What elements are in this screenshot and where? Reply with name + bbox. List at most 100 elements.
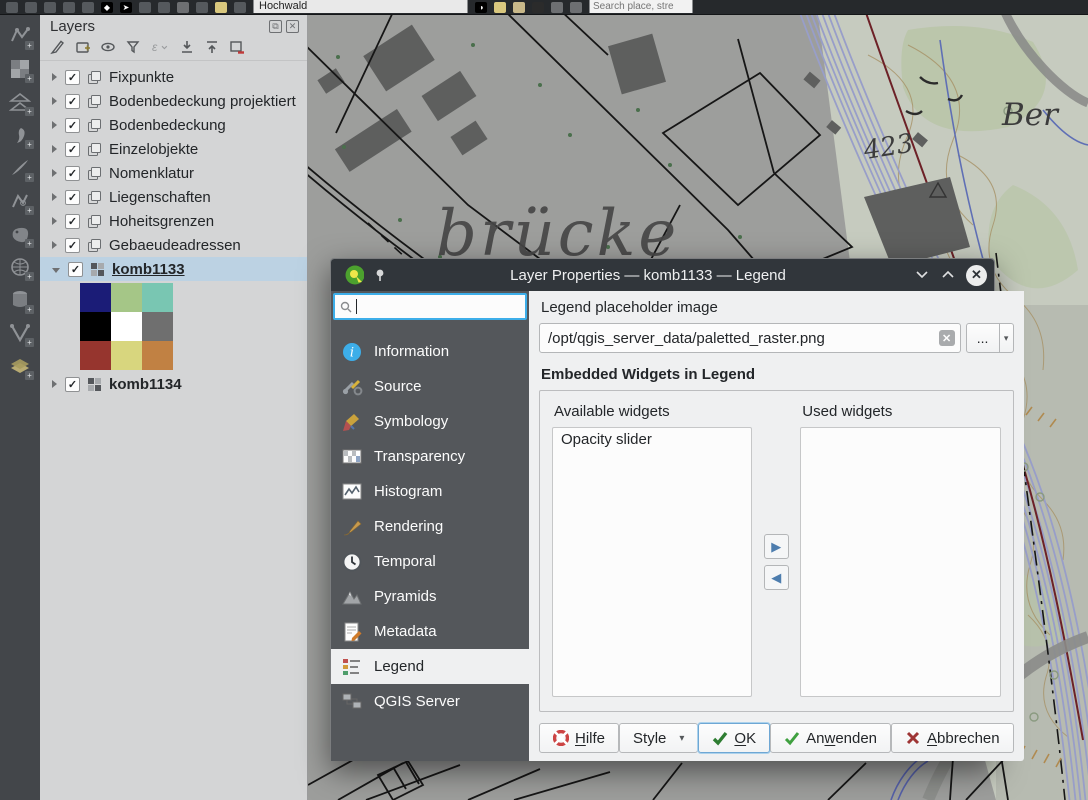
layer-checkbox[interactable]: ✓ xyxy=(65,190,80,205)
add-delimited-text-layer-icon[interactable]: + xyxy=(7,122,33,148)
layer-group-row[interactable]: ✓ Bodenbedeckung xyxy=(40,113,307,137)
expand-arrow-icon[interactable] xyxy=(52,73,57,81)
printer-icon[interactable] xyxy=(570,2,582,13)
add-virtual-layer-icon[interactable]: + xyxy=(7,320,33,346)
toolbar-icon[interactable] xyxy=(25,2,37,13)
layer-checkbox[interactable]: ✓ xyxy=(65,377,80,392)
expand-arrow-icon[interactable] xyxy=(52,380,57,388)
add-database-layer-icon[interactable]: + xyxy=(7,287,33,313)
layers-stack-icon[interactable] xyxy=(494,2,506,13)
browse-button[interactable]: ... xyxy=(966,323,1000,353)
toolbar-icon[interactable] xyxy=(234,2,246,13)
layer-checkbox[interactable]: ✓ xyxy=(65,70,80,85)
style-button[interactable]: Style ▾ xyxy=(619,723,698,753)
widget-list-item[interactable]: Opacity slider xyxy=(553,428,751,451)
layer-group-row[interactable]: ✓ Hoheitsgrenzen xyxy=(40,209,307,233)
toolbar-icon[interactable] xyxy=(196,2,208,13)
group-name[interactable]: Nomenklatur xyxy=(109,165,194,182)
identify-tool-icon[interactable]: ◆ xyxy=(101,2,113,13)
group-name[interactable]: Hoheitsgrenzen xyxy=(109,213,214,230)
dialog-titlebar[interactable]: Layer Properties — komb1133 — Legend ✕ xyxy=(331,259,994,291)
add-postgis-layer-icon[interactable]: + xyxy=(7,221,33,247)
expand-arrow-icon[interactable] xyxy=(52,241,57,249)
pin-icon[interactable] xyxy=(370,265,390,285)
move-left-button[interactable]: ◀ xyxy=(764,565,789,590)
add-mesh-layer-icon[interactable]: + xyxy=(7,89,33,115)
tab-information[interactable]: i Information xyxy=(331,334,529,369)
maximize-icon[interactable] xyxy=(938,265,958,285)
add-raster-layer-icon[interactable]: + xyxy=(7,56,33,82)
tab-legend[interactable]: Legend xyxy=(331,649,529,684)
layer-checkbox[interactable]: ✓ xyxy=(65,166,80,181)
layer-group-row[interactable]: ✓ Liegenschaften xyxy=(40,185,307,209)
used-widgets-list[interactable] xyxy=(800,427,1000,697)
filter-expression-icon[interactable]: ε xyxy=(150,39,170,55)
group-name[interactable]: Liegenschaften xyxy=(109,189,211,206)
tab-pyramids[interactable]: Pyramids xyxy=(331,579,529,614)
tab-histogram[interactable]: Histogram xyxy=(331,474,529,509)
manage-visibility-icon[interactable] xyxy=(100,39,116,55)
move-right-button[interactable]: ▶ xyxy=(764,534,789,559)
expand-arrow-icon[interactable] xyxy=(52,145,57,153)
expand-arrow-icon[interactable] xyxy=(52,217,57,225)
layer-group-row[interactable]: ✓ Gebaeudeadressen xyxy=(40,233,307,257)
layer-checkbox[interactable]: ✓ xyxy=(65,94,80,109)
properties-search-input[interactable] xyxy=(333,293,527,320)
new-shapefile-layer-icon[interactable]: + xyxy=(7,188,33,214)
browse-dropdown-icon[interactable]: ▾ xyxy=(1000,323,1014,353)
layer-group-row[interactable]: ✓ Nomenklatur xyxy=(40,161,307,185)
cancel-button[interactable]: Abbrechen xyxy=(891,723,1014,753)
expand-arrow-icon[interactable] xyxy=(52,121,57,129)
remove-layer-icon[interactable] xyxy=(229,39,245,55)
layer-name[interactable]: komb1133 xyxy=(112,261,185,278)
tab-symbology[interactable]: Symbology xyxy=(331,404,529,439)
select-tool-icon[interactable]: ➤ xyxy=(120,2,132,13)
collapse-all-icon[interactable] xyxy=(204,39,220,55)
tab-temporal[interactable]: Temporal xyxy=(331,544,529,579)
tab-rendering[interactable]: Rendering xyxy=(331,509,529,544)
contrast-icon[interactable]: ◑ xyxy=(475,2,487,13)
expand-arrow-icon[interactable] xyxy=(52,193,57,201)
help-button[interactable]: Hilfe xyxy=(539,723,619,753)
tab-metadata[interactable]: Metadata xyxy=(331,614,529,649)
close-icon[interactable]: ✕ xyxy=(966,265,987,286)
add-spatialite-layer-icon[interactable]: + xyxy=(7,254,33,280)
panel-float-icon[interactable]: ⧉ xyxy=(269,20,282,33)
clear-input-icon[interactable]: ✕ xyxy=(939,330,955,346)
apply-button[interactable]: Anwenden xyxy=(770,723,891,753)
layer-row-komb1133[interactable]: ✓ komb1133 xyxy=(40,257,307,281)
group-name[interactable]: Gebaeudeadressen xyxy=(109,237,241,254)
group-name[interactable]: Bodenbedeckung projektiert xyxy=(109,93,296,110)
style-manager-icon[interactable] xyxy=(50,39,66,55)
tab-qgis-server[interactable]: QGIS Server xyxy=(331,684,529,719)
toolbar-icon[interactable] xyxy=(139,2,151,13)
tab-transparency[interactable]: Transparency xyxy=(331,439,529,474)
add-group-icon[interactable] xyxy=(75,39,91,55)
panel-close-icon[interactable]: ✕ xyxy=(286,20,299,33)
layer-checkbox[interactable]: ✓ xyxy=(68,262,83,277)
layer-group-row[interactable]: ✓ Bodenbedeckung projektiert xyxy=(40,89,307,113)
tab-source[interactable]: Source xyxy=(331,369,529,404)
expand-arrow-icon[interactable] xyxy=(52,97,57,105)
layer-name[interactable]: komb1134 xyxy=(109,376,182,393)
layer-group-row[interactable]: ✓ Fixpunkte xyxy=(40,65,307,89)
group-name[interactable]: Einzelobjekte xyxy=(109,141,198,158)
layer-checkbox[interactable]: ✓ xyxy=(65,214,80,229)
placeholder-path-input[interactable] xyxy=(539,323,961,353)
layer-checkbox[interactable]: ✓ xyxy=(65,118,80,133)
layer-group-row[interactable]: ✓Einzelobjekte xyxy=(40,137,307,161)
layer-checkbox[interactable]: ✓ xyxy=(65,238,80,253)
add-vector-layer-icon[interactable]: + xyxy=(7,23,33,49)
ok-button[interactable]: OK xyxy=(698,723,770,753)
add-gps-layer-icon[interactable]: + xyxy=(7,155,33,181)
toolbar-icon[interactable] xyxy=(63,2,75,13)
toolbar-icon[interactable] xyxy=(6,2,18,13)
toolbar-icon[interactable] xyxy=(177,2,189,13)
group-name[interactable]: Bodenbedeckung xyxy=(109,117,226,134)
group-name[interactable]: Fixpunkte xyxy=(109,69,174,86)
expand-all-icon[interactable] xyxy=(179,39,195,55)
user-icon[interactable] xyxy=(532,2,544,13)
project-combo[interactable]: Hochwald xyxy=(253,0,468,13)
toolbar-icon[interactable] xyxy=(158,2,170,13)
filter-legend-icon[interactable] xyxy=(125,39,141,55)
